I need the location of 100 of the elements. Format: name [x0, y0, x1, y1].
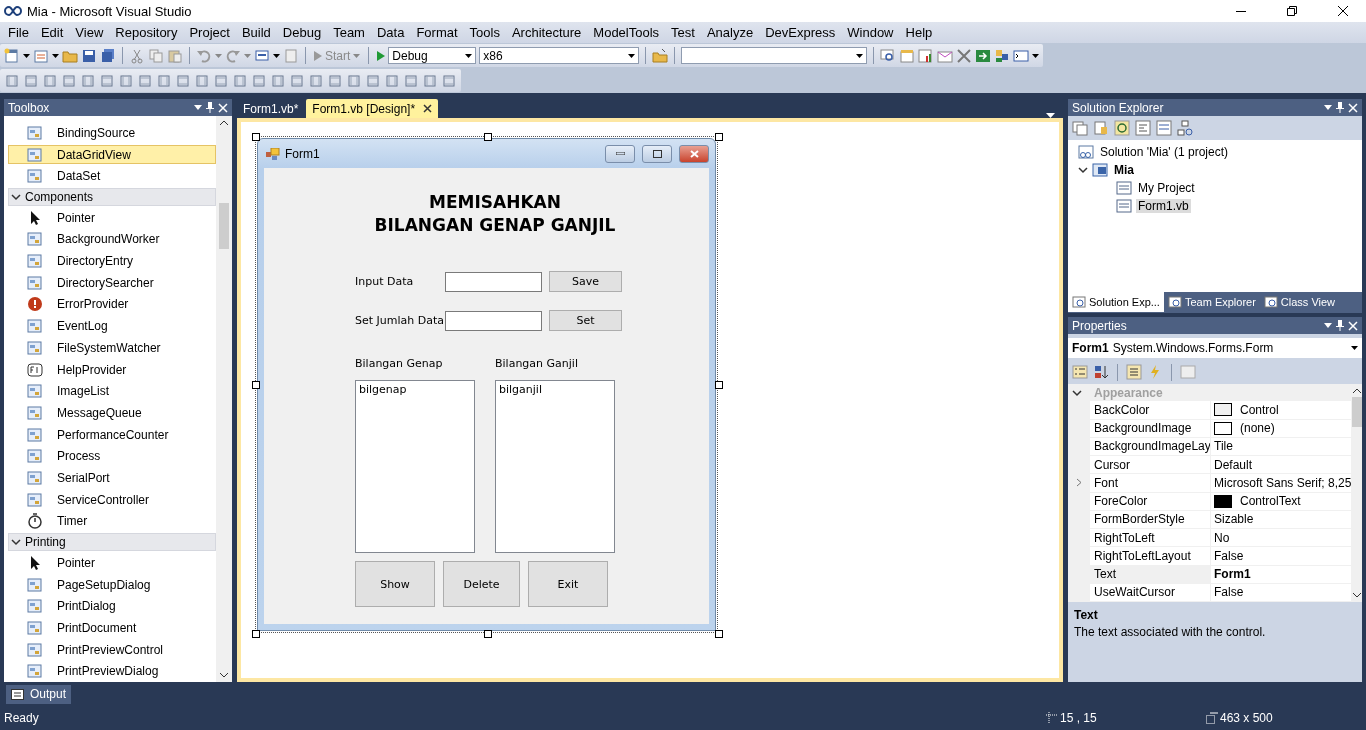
menu-item[interactable]: Build: [235, 25, 277, 40]
class-diagram-icon[interactable]: [1177, 120, 1193, 136]
menu-item[interactable]: File: [2, 25, 35, 40]
property-value[interactable]: Control: [1240, 402, 1279, 417]
new-project-icon[interactable]: [4, 47, 20, 64]
layout-icon[interactable]: [99, 72, 115, 89]
maximize-button[interactable]: [642, 144, 672, 163]
document-icon[interactable]: [283, 47, 299, 64]
toolbox-item[interactable]: PrintPreviewDialog: [8, 661, 216, 682]
menu-item[interactable]: Project: [183, 25, 236, 40]
form-button[interactable]: Delete: [443, 561, 520, 607]
layout-icon[interactable]: [194, 72, 210, 89]
tree-item[interactable]: Solution 'Mia' (1 project): [1098, 145, 1230, 159]
form-button[interactable]: Set: [549, 310, 622, 331]
layout-icon[interactable]: [270, 72, 286, 89]
toolbox-item[interactable]: PrintDialog: [8, 596, 216, 617]
menu-item[interactable]: Help: [899, 25, 939, 40]
menu-item[interactable]: Repository: [109, 25, 184, 40]
categorized-icon[interactable]: [1072, 364, 1088, 380]
toolbox-item[interactable]: Process: [8, 446, 216, 467]
search-icon[interactable]: [880, 47, 897, 64]
layout-icon[interactable]: [175, 72, 191, 89]
panel-tab[interactable]: Class View: [1259, 292, 1340, 312]
layout-icon[interactable]: [441, 72, 457, 89]
tree-item[interactable]: My Project: [1136, 181, 1197, 195]
menu-item[interactable]: Architecture: [505, 25, 588, 40]
property-value[interactable]: Sizable: [1214, 512, 1254, 527]
scrollbar[interactable]: [1351, 384, 1362, 602]
toolbox-item[interactable]: SerialPort: [8, 468, 216, 488]
layout-icon[interactable]: [346, 72, 362, 89]
layout-icon[interactable]: [118, 72, 134, 89]
menu-item[interactable]: Tools: [463, 25, 506, 40]
property-value[interactable]: Microsoft Sans Serif; 8,25: [1214, 475, 1352, 490]
layout-icon[interactable]: [289, 72, 305, 89]
output-tab[interactable]: Output: [6, 684, 72, 704]
layout-icon[interactable]: [232, 72, 248, 89]
document-tab[interactable]: Form1.vb*: [237, 99, 305, 118]
files-icon[interactable]: [1072, 120, 1088, 136]
property-value[interactable]: (none): [1240, 421, 1275, 436]
panel-tab[interactable]: Team Explorer: [1163, 292, 1260, 312]
property-value[interactable]: No: [1214, 530, 1230, 545]
toolbox-item[interactable]: DirectoryEntry: [8, 251, 216, 271]
toolbox-item[interactable]: FileSystemWatcher: [8, 338, 216, 358]
navigate-icon[interactable]: [254, 47, 270, 64]
minimize-button[interactable]: [605, 144, 635, 163]
group-label[interactable]: Components: [25, 189, 94, 204]
menu-item[interactable]: Edit: [34, 25, 70, 40]
layout-icon[interactable]: [61, 72, 77, 89]
collapse-icon[interactable]: [1078, 165, 1088, 175]
group-label[interactable]: Printing: [25, 535, 66, 550]
menu-item[interactable]: View: [69, 25, 110, 40]
paste-icon[interactable]: [167, 47, 183, 64]
scrollbar[interactable]: [216, 116, 232, 682]
menu-item[interactable]: Window: [841, 25, 900, 40]
resize-handle[interactable]: [715, 630, 723, 638]
input-field[interactable]: [445, 271, 542, 292]
layout-icon[interactable]: [42, 72, 58, 89]
properties-icon[interactable]: [1126, 364, 1142, 380]
scroll-thumb[interactable]: [1351, 397, 1362, 427]
menu-item[interactable]: Team: [327, 25, 371, 40]
resize-handle[interactable]: [484, 133, 492, 141]
toolbox-item[interactable]: MessageQueue: [8, 403, 216, 423]
toolbox-item[interactable]: EventLog: [8, 316, 216, 336]
list-item[interactable]: bilgenap: [359, 383, 471, 396]
property-value[interactable]: Default: [1214, 457, 1253, 472]
add-item-icon[interactable]: [33, 47, 49, 64]
property-value[interactable]: ControlText: [1240, 494, 1301, 509]
toolbox-item[interactable]: ServiceController: [8, 489, 216, 510]
layout-icon[interactable]: [251, 72, 267, 89]
layout-icon[interactable]: [327, 72, 343, 89]
property-value[interactable]: Tile: [1214, 439, 1233, 454]
menu-item[interactable]: Analyze: [700, 25, 760, 40]
layout-icon[interactable]: [403, 72, 419, 89]
resize-handle[interactable]: [252, 630, 260, 638]
tree-item[interactable]: Form1.vb: [1136, 199, 1191, 213]
toolbox-item[interactable]: DataGridView: [8, 144, 216, 165]
layout-icon[interactable]: [23, 72, 39, 89]
layout-icon[interactable]: [308, 72, 324, 89]
copy-icon[interactable]: [148, 47, 164, 64]
layout-icon[interactable]: [80, 72, 96, 89]
group-header[interactable]: Components: [8, 188, 216, 206]
refresh-icon[interactable]: [1114, 120, 1130, 136]
scroll-thumb[interactable]: [219, 203, 229, 249]
resize-handle[interactable]: [484, 630, 492, 638]
toolbox-item[interactable]: PerformanceCounter: [8, 424, 216, 445]
resize-handle[interactable]: [715, 381, 723, 389]
menu-item[interactable]: ModelTools: [587, 25, 666, 40]
layout-icon[interactable]: [422, 72, 438, 89]
toolbox-item[interactable]: Timer: [8, 511, 216, 532]
resize-handle[interactable]: [715, 133, 723, 141]
group-header[interactable]: Printing: [8, 533, 216, 552]
layout-icon[interactable]: [384, 72, 400, 89]
toolbox-item[interactable]: PrintDocument: [8, 618, 216, 638]
toolbox-item[interactable]: ImageList: [8, 381, 216, 402]
toolbox-item[interactable]: DataSet: [8, 166, 216, 187]
toolbox-item[interactable]: HelpProvider: [8, 359, 216, 380]
console-icon[interactable]: [1013, 47, 1030, 64]
code-icon[interactable]: [1135, 120, 1151, 136]
sort-icon[interactable]: [1093, 364, 1109, 380]
menu-item[interactable]: Test: [665, 25, 701, 40]
